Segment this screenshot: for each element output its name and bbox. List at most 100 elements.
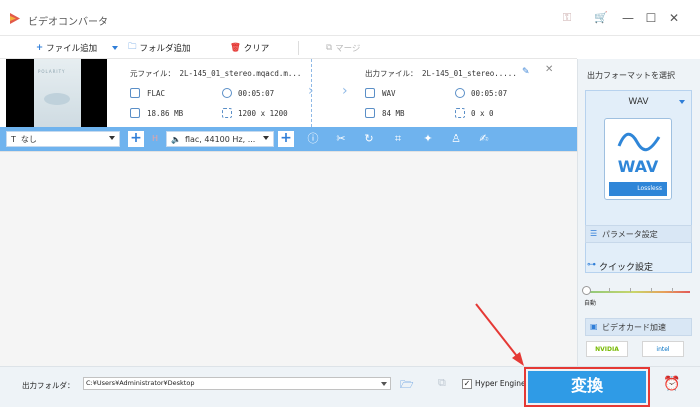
gpu-accel-label: ビデオカード加速: [602, 322, 666, 332]
album-art-text: POLARITY: [38, 69, 66, 74]
merge-files-icon[interactable]: ⧉: [438, 376, 450, 389]
alarm-clock-icon[interactable]: ⏰: [663, 376, 680, 392]
folder-size-icon: [365, 108, 375, 118]
source-filename: 元ファイル： 2L-145_01_stereo.mqacd.m...: [130, 69, 302, 78]
format-name: WAV: [628, 97, 649, 107]
minimize-button[interactable]: —: [620, 10, 636, 26]
watermark-icon[interactable]: ♙: [449, 132, 463, 146]
hyper-engine-checkbox[interactable]: ✓: [462, 379, 472, 389]
source-duration: 00:05:07: [238, 89, 275, 98]
slider-tick: [651, 288, 652, 292]
resolution-icon: [455, 108, 465, 118]
resolution-icon: [222, 108, 232, 118]
subtitle-edit-icon[interactable]: ✍: [477, 132, 491, 146]
slider-tick: [630, 288, 631, 292]
divider-dashed: [311, 59, 312, 127]
chevron-down-icon: [263, 136, 269, 140]
subtitle-select[interactable]: T なし: [6, 131, 120, 147]
clock-icon: [455, 88, 465, 98]
source-size: 18.86 MB: [147, 109, 184, 118]
quick-settings-label: クイック設定: [599, 263, 654, 273]
parameter-settings-label: パラメータ設定: [602, 229, 658, 239]
clear-label: クリア: [243, 44, 270, 54]
window-title: ビデオコンバータ: [28, 17, 108, 28]
wav-format-card: WAV Lossless: [604, 118, 672, 200]
add-folder-button[interactable]: 🗀 フォルダ追加: [128, 41, 191, 55]
output-folder-label: 出力フォルダ：: [22, 381, 75, 390]
thumbnail[interactable]: POLARITY: [6, 59, 107, 127]
output-filename: 出力ファイル： 2L-145_01_stereo.....: [365, 69, 517, 78]
key-icon[interactable]: ⚿: [560, 11, 574, 25]
subtitle-value: なし: [20, 134, 37, 144]
parameter-settings-button[interactable]: ☰ パラメータ設定: [585, 225, 692, 243]
slider-auto-label: 自動: [584, 300, 597, 307]
output-duration: 00:05:07: [471, 89, 508, 98]
main-toolbar: + ファイル追加 🗀 フォルダ追加 🗑 クリア ⧉ マージ: [0, 37, 577, 59]
remove-item-icon[interactable]: ✕: [545, 64, 553, 75]
info-icon[interactable]: ⓘ: [306, 132, 320, 146]
output-format-title: 出力フォーマットを選択: [587, 71, 675, 80]
add-file-dropdown-icon[interactable]: [112, 46, 118, 50]
chevron-down-icon[interactable]: [381, 382, 387, 386]
slider-tick: [672, 288, 673, 292]
clock-icon: [222, 88, 232, 98]
audio-track-value: flac, 44100 Hz, ...: [184, 134, 256, 144]
hyper-engine-label: Hyper Engine: [475, 379, 526, 388]
cart-icon[interactable]: 🛒: [594, 11, 608, 25]
output-folder-input[interactable]: C:¥Users¥Administrator¥Desktop: [83, 377, 391, 390]
quality-slider[interactable]: [587, 291, 690, 293]
open-folder-icon[interactable]: 🗁: [400, 376, 414, 391]
rotate-icon[interactable]: ↻: [362, 132, 376, 146]
sliders-icon: ☰: [590, 229, 598, 238]
output-format-panel: 出力フォーマットを選択 WAV WAV Lossless ☰ パラメータ設定 ⊶…: [577, 59, 700, 366]
edit-bar: T なし + H 🔈 flac, 44100 Hz, ... + ⓘ ✂ ↻ ⌗…: [0, 127, 577, 151]
file-item[interactable]: POLARITY 元ファイル： 2L-145_01_stereo.mqacd.m…: [0, 59, 577, 127]
subtitle-extract-icon[interactable]: H: [148, 132, 162, 146]
merge-button[interactable]: ⧉ マージ: [326, 41, 360, 55]
bottom-bar: 出力フォルダ： C:¥Users¥Administrator¥Desktop 🗁…: [0, 366, 700, 407]
add-subtitle-button[interactable]: +: [128, 131, 144, 147]
nvidia-label: NVIDIA: [595, 346, 619, 353]
waveform-icon: [617, 132, 661, 152]
close-window-button[interactable]: ✕: [666, 10, 682, 26]
red-arrow-annotation: [475, 303, 524, 366]
merge-label: マージ: [335, 44, 361, 54]
audio-track-select[interactable]: 🔈 flac, 44100 Hz, ...: [166, 131, 274, 147]
merge-icon: ⧉: [326, 43, 333, 53]
source-resolution: 1200 x 1200: [238, 109, 288, 118]
title-bar: ビデオコンバータ ⚿ 🛒 — ☐ ✕: [0, 0, 700, 36]
arrow-right-icon: ›: [342, 83, 348, 99]
slider-tick: [609, 288, 610, 292]
scissors-icon[interactable]: ✂: [334, 132, 348, 146]
convert-highlight: 変換: [524, 367, 650, 407]
nvidia-badge: NVIDIA: [586, 341, 628, 357]
folder-size-icon: [130, 108, 140, 118]
format-icon: [130, 88, 140, 98]
slider-knob[interactable]: [582, 286, 591, 295]
intel-badge: intel: [642, 341, 684, 357]
add-audio-button[interactable]: +: [278, 131, 294, 147]
edit-output-name-icon[interactable]: ✎: [522, 67, 532, 77]
output-format: WAV: [382, 89, 396, 98]
intel-label: intel: [656, 346, 670, 353]
format-selector[interactable]: WAV WAV Lossless: [585, 90, 692, 273]
speaker-icon: 🔈: [171, 134, 181, 144]
effects-icon[interactable]: ✦: [421, 132, 435, 146]
source-format: FLAC: [147, 89, 166, 98]
output-path-value: C:¥Users¥Administrator¥Desktop: [86, 379, 195, 387]
lossless-label: Lossless: [637, 185, 662, 192]
crop-icon[interactable]: ⌗: [391, 132, 405, 146]
format-icon: [365, 88, 375, 98]
plus-icon: +: [36, 43, 44, 53]
gpu-accel-button[interactable]: ▣ ビデオカード加速: [585, 318, 692, 336]
maximize-button[interactable]: ☐: [643, 10, 659, 26]
toolbar-divider: [298, 41, 299, 55]
add-file-button[interactable]: + ファイル追加: [36, 41, 97, 55]
album-art-shape: [44, 93, 70, 105]
add-folder-label: フォルダ追加: [139, 44, 191, 54]
app-logo-icon: [10, 13, 20, 24]
wav-card-text: WAV: [617, 157, 659, 176]
convert-button[interactable]: 変換: [528, 371, 646, 403]
add-file-label: ファイル追加: [46, 44, 98, 54]
clear-button[interactable]: 🗑 クリア: [230, 41, 269, 55]
